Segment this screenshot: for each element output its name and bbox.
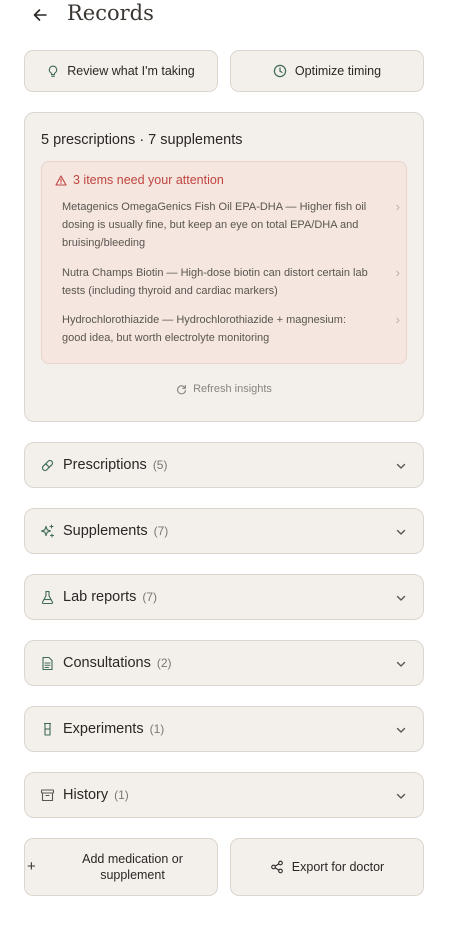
section-count: (1) — [114, 788, 129, 802]
clock-icon — [273, 64, 287, 78]
review-button-label: Review what I'm taking — [67, 64, 195, 78]
sparkle-icon — [40, 524, 55, 539]
export-for-doctor-label: Export for doctor — [291, 860, 385, 874]
section-count: (7) — [153, 524, 169, 538]
section-label: Experiments — [63, 721, 144, 737]
attention-box: 3 items need your attention Metagenics O… — [41, 161, 407, 364]
back-button[interactable] — [28, 3, 52, 27]
section-count: (2) — [156, 656, 172, 670]
chevron-right-icon: › — [395, 199, 400, 214]
section-label: Consultations — [63, 655, 151, 671]
page-title: Records — [67, 1, 154, 25]
chevron-right-icon: › — [395, 265, 400, 280]
section-supplements[interactable]: Supplements (7) — [24, 508, 424, 554]
bottom-actions: + Add medication or supplement Export fo… — [24, 838, 424, 896]
refresh-icon — [177, 384, 187, 394]
warning-icon — [55, 174, 67, 186]
section-label: History — [63, 787, 109, 803]
optimize-timing-label: Optimize timing — [294, 64, 382, 78]
section-consultations[interactable]: Consultations (2) — [24, 640, 424, 686]
add-medication-button[interactable]: + Add medication or supplement — [24, 838, 218, 896]
share-icon — [270, 860, 283, 874]
beaker-icon — [40, 722, 55, 737]
chevron-down-icon — [394, 723, 408, 737]
refresh-insights-button[interactable]: Refresh insights — [25, 383, 423, 395]
attention-item-text: Metagenics OmegaGenics Fish Oil EPA-DHA … — [62, 201, 367, 249]
refresh-insights-label: Refresh insights — [193, 383, 272, 395]
lightbulb-icon — [49, 65, 58, 77]
review-button[interactable]: Review what I'm taking — [24, 50, 218, 92]
attention-item[interactable]: Hydrochlorothiazide — Hydrochlorothiazid… — [62, 311, 402, 347]
archive-icon — [40, 788, 55, 803]
attention-header: 3 items need your attention — [55, 173, 224, 187]
section-label: Lab reports — [63, 589, 137, 605]
section-lab-reports[interactable]: Lab reports (7) — [24, 574, 424, 620]
summary-card: 5 prescriptions · 7 supplements 3 items … — [24, 112, 424, 422]
attention-item-text: Nutra Champs Biotin — High-dose biotin c… — [62, 267, 368, 297]
flask-icon — [40, 590, 55, 605]
chevron-down-icon — [394, 459, 408, 473]
chevron-right-icon: › — [395, 312, 400, 327]
attention-item[interactable]: Metagenics OmegaGenics Fish Oil EPA-DHA … — [62, 198, 402, 252]
header: Records — [0, 0, 453, 30]
optimize-timing-button[interactable]: Optimize timing — [230, 50, 424, 92]
plus-icon: + — [27, 858, 36, 875]
chevron-down-icon — [394, 789, 408, 803]
section-experiments[interactable]: Experiments (1) — [24, 706, 424, 752]
chevron-down-icon — [394, 525, 408, 539]
section-label: Prescriptions — [63, 457, 147, 473]
chevron-down-icon — [394, 591, 408, 605]
arrow-left-icon — [33, 9, 47, 21]
add-medication-label: Add medication or supplement — [82, 852, 183, 882]
top-actions: Review what I'm taking Optimize timing — [24, 50, 424, 92]
section-count: (1) — [149, 722, 165, 736]
chevron-down-icon — [394, 657, 408, 671]
section-label: Supplements — [63, 523, 148, 539]
summary-title: 5 prescriptions · 7 supplements — [41, 132, 243, 148]
attention-title: 3 items need your attention — [73, 173, 224, 187]
section-history[interactable]: History (1) — [24, 772, 424, 818]
section-count: (5) — [152, 458, 168, 472]
section-count: (7) — [142, 590, 158, 604]
attention-item-text: Hydrochlorothiazide — Hydrochlorothiazid… — [62, 314, 346, 344]
document-icon — [40, 656, 55, 671]
attention-item[interactable]: Nutra Champs Biotin — High-dose biotin c… — [62, 264, 402, 300]
pill-icon — [40, 458, 55, 473]
export-for-doctor-button[interactable]: Export for doctor — [230, 838, 424, 896]
section-prescriptions[interactable]: Prescriptions (5) — [24, 442, 424, 488]
